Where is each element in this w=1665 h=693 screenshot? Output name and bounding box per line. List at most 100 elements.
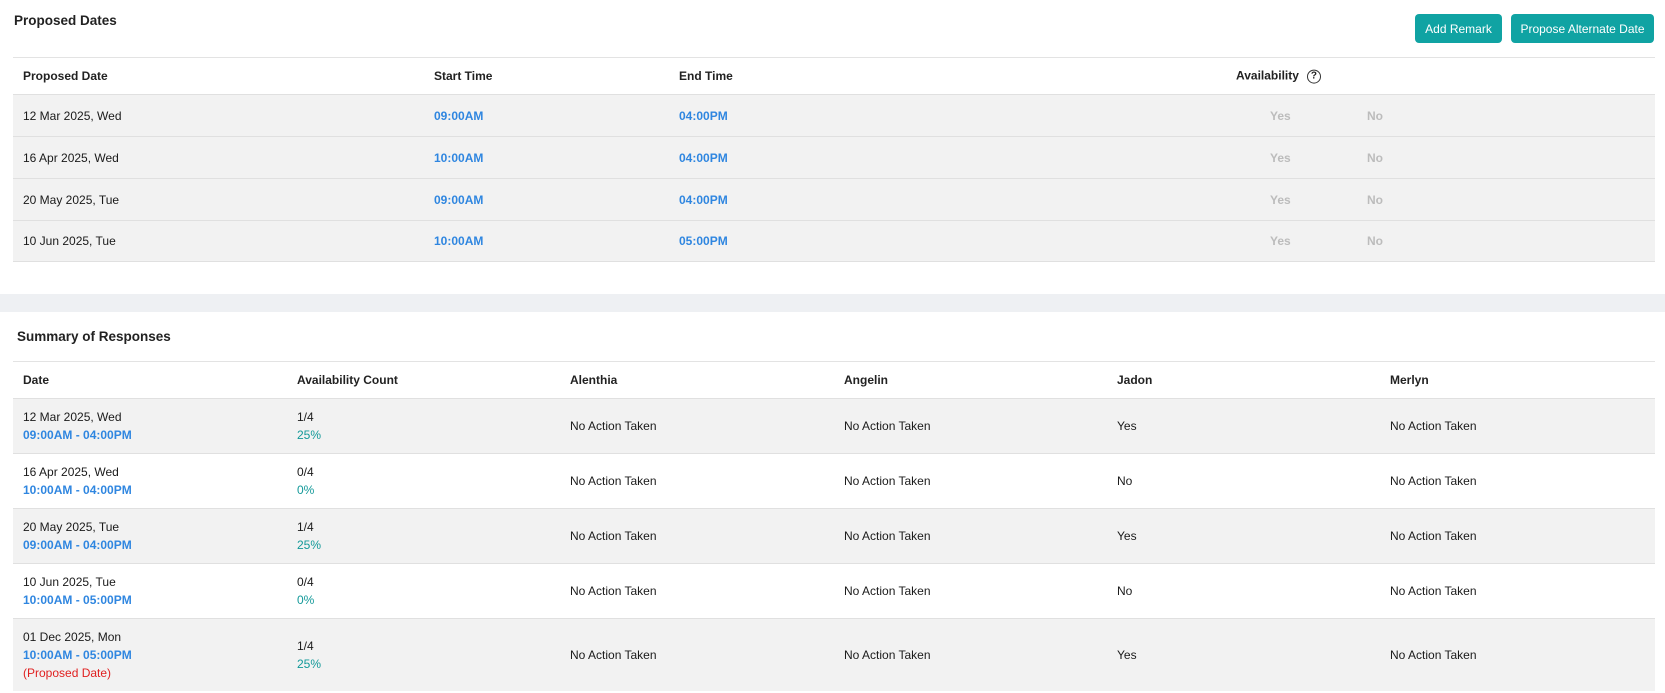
response-jadon: Yes bbox=[1117, 419, 1137, 433]
availability-count-cell: 1/4 25% bbox=[297, 518, 321, 554]
count-text: 0/4 bbox=[297, 465, 314, 479]
response-alenthia: No Action Taken bbox=[570, 529, 657, 543]
date-cell: 01 Dec 2025, Mon 10:00AM - 05:00PM (Prop… bbox=[23, 628, 132, 682]
help-icon[interactable]: ? bbox=[1306, 69, 1321, 84]
header-proposed-date: Proposed Date bbox=[23, 69, 108, 83]
date-cell: 16 Apr 2025, Wed 10:00AM - 04:00PM bbox=[23, 463, 132, 499]
date-text: 12 Mar 2025, Wed bbox=[23, 410, 122, 424]
response-angelin: No Action Taken bbox=[844, 474, 931, 488]
response-jadon: No bbox=[1117, 584, 1133, 598]
proposed-dates-section: Proposed Dates Add Remark Propose Altern… bbox=[0, 0, 1665, 294]
count-text: 0/4 bbox=[297, 575, 314, 589]
availability-yes-option[interactable]: Yes bbox=[1270, 193, 1291, 207]
table-row: 12 Mar 2025, Wed 09:00AM - 04:00PM 1/4 2… bbox=[13, 398, 1655, 453]
availability-yes-option[interactable]: Yes bbox=[1270, 234, 1291, 248]
propose-alternate-date-button[interactable]: Propose Alternate Date bbox=[1511, 14, 1654, 43]
response-angelin: No Action Taken bbox=[844, 584, 931, 598]
response-merlyn: No Action Taken bbox=[1390, 584, 1477, 598]
start-time-cell: 09:00AM bbox=[434, 192, 484, 207]
availability-count-cell: 1/4 25% bbox=[297, 637, 321, 673]
response-alenthia: No Action Taken bbox=[570, 648, 657, 662]
proposed-date-cell: 20 May 2025, Tue bbox=[23, 192, 120, 207]
availability-yes-option[interactable]: Yes bbox=[1270, 109, 1291, 123]
proposed-date-cell: 12 Mar 2025, Wed bbox=[23, 108, 122, 123]
table-row: 16 Apr 2025, Wed 10:00AM - 04:00PM 0/4 0… bbox=[13, 453, 1655, 508]
response-alenthia: No Action Taken bbox=[570, 474, 657, 488]
table-row: 20 May 2025, Tue 09:00AM - 04:00PM 1/4 2… bbox=[13, 508, 1655, 563]
proposed-date-cell: 16 Apr 2025, Wed bbox=[23, 150, 119, 165]
summary-of-responses-section: Summary of Responses Date Availability C… bbox=[0, 312, 1665, 693]
response-jadon: Yes bbox=[1117, 648, 1137, 662]
header-end-time: End Time bbox=[679, 69, 733, 83]
date-cell: 12 Mar 2025, Wed 09:00AM - 04:00PM bbox=[23, 408, 132, 444]
proposed-date-note: (Proposed Date) bbox=[23, 666, 112, 680]
response-jadon: No bbox=[1117, 474, 1133, 488]
availability-no-option[interactable]: No bbox=[1367, 151, 1383, 165]
time-range: 09:00AM - 04:00PM bbox=[23, 538, 132, 552]
header-availability-label: Availability bbox=[1236, 68, 1299, 83]
date-cell: 20 May 2025, Tue 09:00AM - 04:00PM bbox=[23, 518, 132, 554]
response-merlyn: No Action Taken bbox=[1390, 474, 1477, 488]
end-time-cell: 04:00PM bbox=[679, 108, 728, 123]
section-title-proposed-dates: Proposed Dates bbox=[14, 13, 117, 28]
date-text: 01 Dec 2025, Mon bbox=[23, 630, 122, 644]
percent-text: 25% bbox=[297, 428, 322, 442]
percent-text: 0% bbox=[297, 593, 315, 607]
availability-no-option[interactable]: No bbox=[1367, 234, 1383, 248]
date-text: 20 May 2025, Tue bbox=[23, 520, 120, 534]
availability-count-cell: 1/4 25% bbox=[297, 408, 321, 444]
header-participant-angelin: Angelin bbox=[844, 373, 888, 387]
table-row: 20 May 2025, Tue 09:00AM 04:00PM Yes No bbox=[13, 178, 1655, 220]
count-text: 1/4 bbox=[297, 520, 314, 534]
end-time-cell: 05:00PM bbox=[679, 234, 728, 248]
percent-text: 25% bbox=[297, 657, 322, 671]
start-time-cell: 09:00AM bbox=[434, 108, 484, 123]
header-participant-alenthia: Alenthia bbox=[570, 373, 618, 387]
response-merlyn: No Action Taken bbox=[1390, 648, 1477, 662]
proposed-dates-table: Proposed Date Start Time End Time Availa… bbox=[13, 57, 1655, 262]
proposed-date-cell: 10 Jun 2025, Tue bbox=[23, 234, 116, 248]
response-angelin: No Action Taken bbox=[844, 529, 931, 543]
response-jadon: Yes bbox=[1117, 529, 1137, 543]
start-time-cell: 10:00AM bbox=[434, 150, 484, 165]
header-participant-jadon: Jadon bbox=[1117, 373, 1153, 387]
count-text: 1/4 bbox=[297, 639, 314, 653]
availability-yes-option[interactable]: Yes bbox=[1270, 151, 1291, 165]
header-availability-count: Availability Count bbox=[297, 373, 398, 387]
section-title-summary: Summary of Responses bbox=[17, 329, 171, 344]
end-time-cell: 04:00PM bbox=[679, 150, 728, 165]
table-row: 10 Jun 2025, Tue 10:00AM 05:00PM Yes No bbox=[13, 220, 1655, 262]
start-time-cell: 10:00AM bbox=[434, 234, 484, 248]
table-header: Proposed Date Start Time End Time Availa… bbox=[13, 57, 1655, 94]
table-row: 10 Jun 2025, Tue 10:00AM - 05:00PM 0/4 0… bbox=[13, 563, 1655, 618]
date-cell: 10 Jun 2025, Tue 10:00AM - 05:00PM bbox=[23, 573, 132, 609]
time-range: 10:00AM - 05:00PM bbox=[23, 648, 132, 662]
time-range: 09:00AM - 04:00PM bbox=[23, 428, 132, 442]
response-alenthia: No Action Taken bbox=[570, 419, 657, 433]
response-angelin: No Action Taken bbox=[844, 419, 931, 433]
header-start-time: Start Time bbox=[434, 69, 493, 83]
count-text: 1/4 bbox=[297, 410, 314, 424]
table-header: Date Availability Count Alenthia Angelin… bbox=[13, 361, 1655, 398]
end-time-cell: 04:00PM bbox=[679, 192, 728, 207]
response-alenthia: No Action Taken bbox=[570, 584, 657, 598]
percent-text: 25% bbox=[297, 538, 322, 552]
date-text: 16 Apr 2025, Wed bbox=[23, 465, 119, 479]
percent-text: 0% bbox=[297, 483, 315, 497]
date-text: 10 Jun 2025, Tue bbox=[23, 575, 116, 589]
time-range: 10:00AM - 05:00PM bbox=[23, 593, 132, 607]
response-angelin: No Action Taken bbox=[844, 648, 931, 662]
time-range: 10:00AM - 04:00PM bbox=[23, 483, 132, 497]
header-date: Date bbox=[23, 373, 50, 387]
section-divider bbox=[0, 294, 1665, 312]
table-row: 01 Dec 2025, Mon 10:00AM - 05:00PM (Prop… bbox=[13, 618, 1655, 691]
table-row: 12 Mar 2025, Wed 09:00AM 04:00PM Yes No bbox=[13, 94, 1655, 136]
response-merlyn: No Action Taken bbox=[1390, 529, 1477, 543]
availability-no-option[interactable]: No bbox=[1367, 193, 1383, 207]
add-remark-button[interactable]: Add Remark bbox=[1415, 14, 1502, 43]
availability-count-cell: 0/4 0% bbox=[297, 463, 314, 499]
header-participant-merlyn: Merlyn bbox=[1390, 373, 1429, 387]
response-merlyn: No Action Taken bbox=[1390, 419, 1477, 433]
availability-no-option[interactable]: No bbox=[1367, 109, 1383, 123]
header-availability: Availability? bbox=[1236, 69, 1321, 84]
